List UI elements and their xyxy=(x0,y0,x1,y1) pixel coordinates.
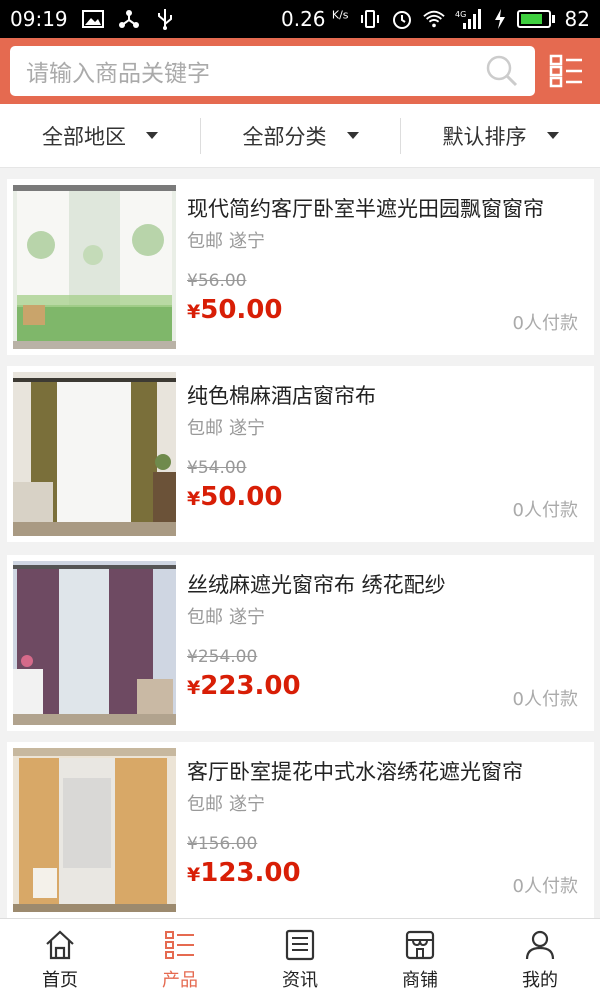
product-city: 遂宁 xyxy=(229,607,265,628)
filter-sort-dropdown[interactable]: 默认排序 xyxy=(400,117,600,154)
product-meta: 包邮 遂宁 xyxy=(187,790,265,816)
shop-icon xyxy=(403,928,437,962)
product-title[interactable]: 现代简约客厅卧室半遮光田园飘窗窗帘 xyxy=(187,193,544,223)
cellular-signal-icon: 4G xyxy=(455,8,483,30)
caret-down-icon xyxy=(546,132,559,139)
original-price: ¥156.00 xyxy=(187,834,258,854)
charging-icon xyxy=(493,8,507,30)
home-icon xyxy=(43,928,77,962)
shipping-tag: 包邮 xyxy=(187,607,223,628)
caret-down-icon xyxy=(346,132,359,139)
battery-percent: 82 xyxy=(564,7,590,31)
nav-home[interactable]: 首页 xyxy=(0,919,120,1000)
search-icon[interactable] xyxy=(485,54,519,88)
current-price: ¥50.00 xyxy=(187,295,283,325)
product-meta: 包邮 遂宁 xyxy=(187,227,265,253)
news-icon xyxy=(283,928,317,962)
current-price: ¥123.00 xyxy=(187,858,301,888)
user-icon xyxy=(523,928,557,962)
original-price: ¥254.00 xyxy=(187,647,258,667)
list-icon xyxy=(163,928,197,962)
header-bar: 请输入商品关键字 xyxy=(0,38,600,104)
nav-me-label: 我的 xyxy=(522,969,558,991)
product-image[interactable] xyxy=(13,561,176,725)
category-menu-icon[interactable] xyxy=(548,53,586,89)
nav-news-label: 资讯 xyxy=(282,969,318,991)
current-price: ¥50.00 xyxy=(187,482,283,512)
filter-sort-label: 默认排序 xyxy=(442,124,527,149)
caret-down-icon xyxy=(146,132,158,139)
share-icon xyxy=(118,8,140,30)
sold-count: 0人付款 xyxy=(512,500,578,521)
product-meta: 包邮 遂宁 xyxy=(187,414,265,440)
alarm-icon xyxy=(391,8,413,30)
product-city: 遂宁 xyxy=(229,794,265,815)
shipping-tag: 包邮 xyxy=(187,418,223,439)
product-image[interactable] xyxy=(13,185,176,349)
wifi-icon xyxy=(422,8,445,30)
nav-home-label: 首页 xyxy=(42,969,78,991)
original-price: ¥54.00 xyxy=(187,458,247,478)
current-price: ¥223.00 xyxy=(187,671,301,701)
sold-count: 0人付款 xyxy=(512,876,578,897)
bottom-nav: 首页 产品 资讯 商铺 我的 xyxy=(0,918,600,1000)
product-card[interactable]: 客厅卧室提花中式水溶绣花遮光窗帘 包邮 遂宁 ¥156.00 ¥123.00 0人… xyxy=(7,742,594,918)
product-title[interactable]: 纯色棉麻酒店窗帘布 xyxy=(187,380,376,410)
product-city: 遂宁 xyxy=(229,418,265,439)
status-bar: 09:19 0.26 K/s 4G 82 xyxy=(0,0,600,38)
product-card[interactable]: 丝绒麻遮光窗帘布 绣花配纱 包邮 遂宁 ¥254.00 ¥223.00 0人付款 xyxy=(7,555,594,731)
nav-shop[interactable]: 商铺 xyxy=(360,919,480,1000)
network-speed: 0.26 K/s xyxy=(281,7,349,31)
nav-products[interactable]: 产品 xyxy=(120,919,240,1000)
search-placeholder: 请输入商品关键字 xyxy=(26,61,210,87)
sold-count: 0人付款 xyxy=(512,313,578,334)
sold-count: 0人付款 xyxy=(512,689,578,710)
status-time: 09:19 xyxy=(10,7,68,31)
filter-bar: 全部地区 全部分类 默认排序 xyxy=(0,104,600,168)
search-input[interactable]: 请输入商品关键字 xyxy=(10,46,535,96)
shipping-tag: 包邮 xyxy=(187,231,223,252)
product-card[interactable]: 纯色棉麻酒店窗帘布 包邮 遂宁 ¥54.00 ¥50.00 0人付款 xyxy=(7,366,594,542)
usb-icon xyxy=(154,8,176,30)
nav-shop-label: 商铺 xyxy=(402,969,438,991)
filter-region-dropdown[interactable]: 全部地区 xyxy=(0,118,200,154)
nav-products-label: 产品 xyxy=(162,969,198,991)
vibrate-icon xyxy=(359,8,381,30)
product-title[interactable]: 客厅卧室提花中式水溶绣花遮光窗帘 xyxy=(187,756,523,786)
product-meta: 包邮 遂宁 xyxy=(187,603,265,629)
nav-me[interactable]: 我的 xyxy=(480,919,600,1000)
product-image[interactable] xyxy=(13,372,176,536)
image-icon xyxy=(81,8,104,30)
filter-category-dropdown[interactable]: 全部分类 xyxy=(200,117,400,154)
product-image[interactable] xyxy=(13,748,176,912)
battery-icon xyxy=(516,10,555,28)
svg-text:4G: 4G xyxy=(455,10,466,19)
nav-news[interactable]: 资讯 xyxy=(240,919,360,1000)
filter-region-label: 全部地区 xyxy=(42,124,126,149)
original-price: ¥56.00 xyxy=(187,271,247,291)
product-title[interactable]: 丝绒麻遮光窗帘布 绣花配纱 xyxy=(187,569,446,599)
product-card[interactable]: 现代简约客厅卧室半遮光田园飘窗窗帘 包邮 遂宁 ¥56.00 ¥50.00 0人付… xyxy=(7,179,594,355)
filter-category-label: 全部分类 xyxy=(242,124,327,149)
shipping-tag: 包邮 xyxy=(187,794,223,815)
product-city: 遂宁 xyxy=(229,231,265,252)
